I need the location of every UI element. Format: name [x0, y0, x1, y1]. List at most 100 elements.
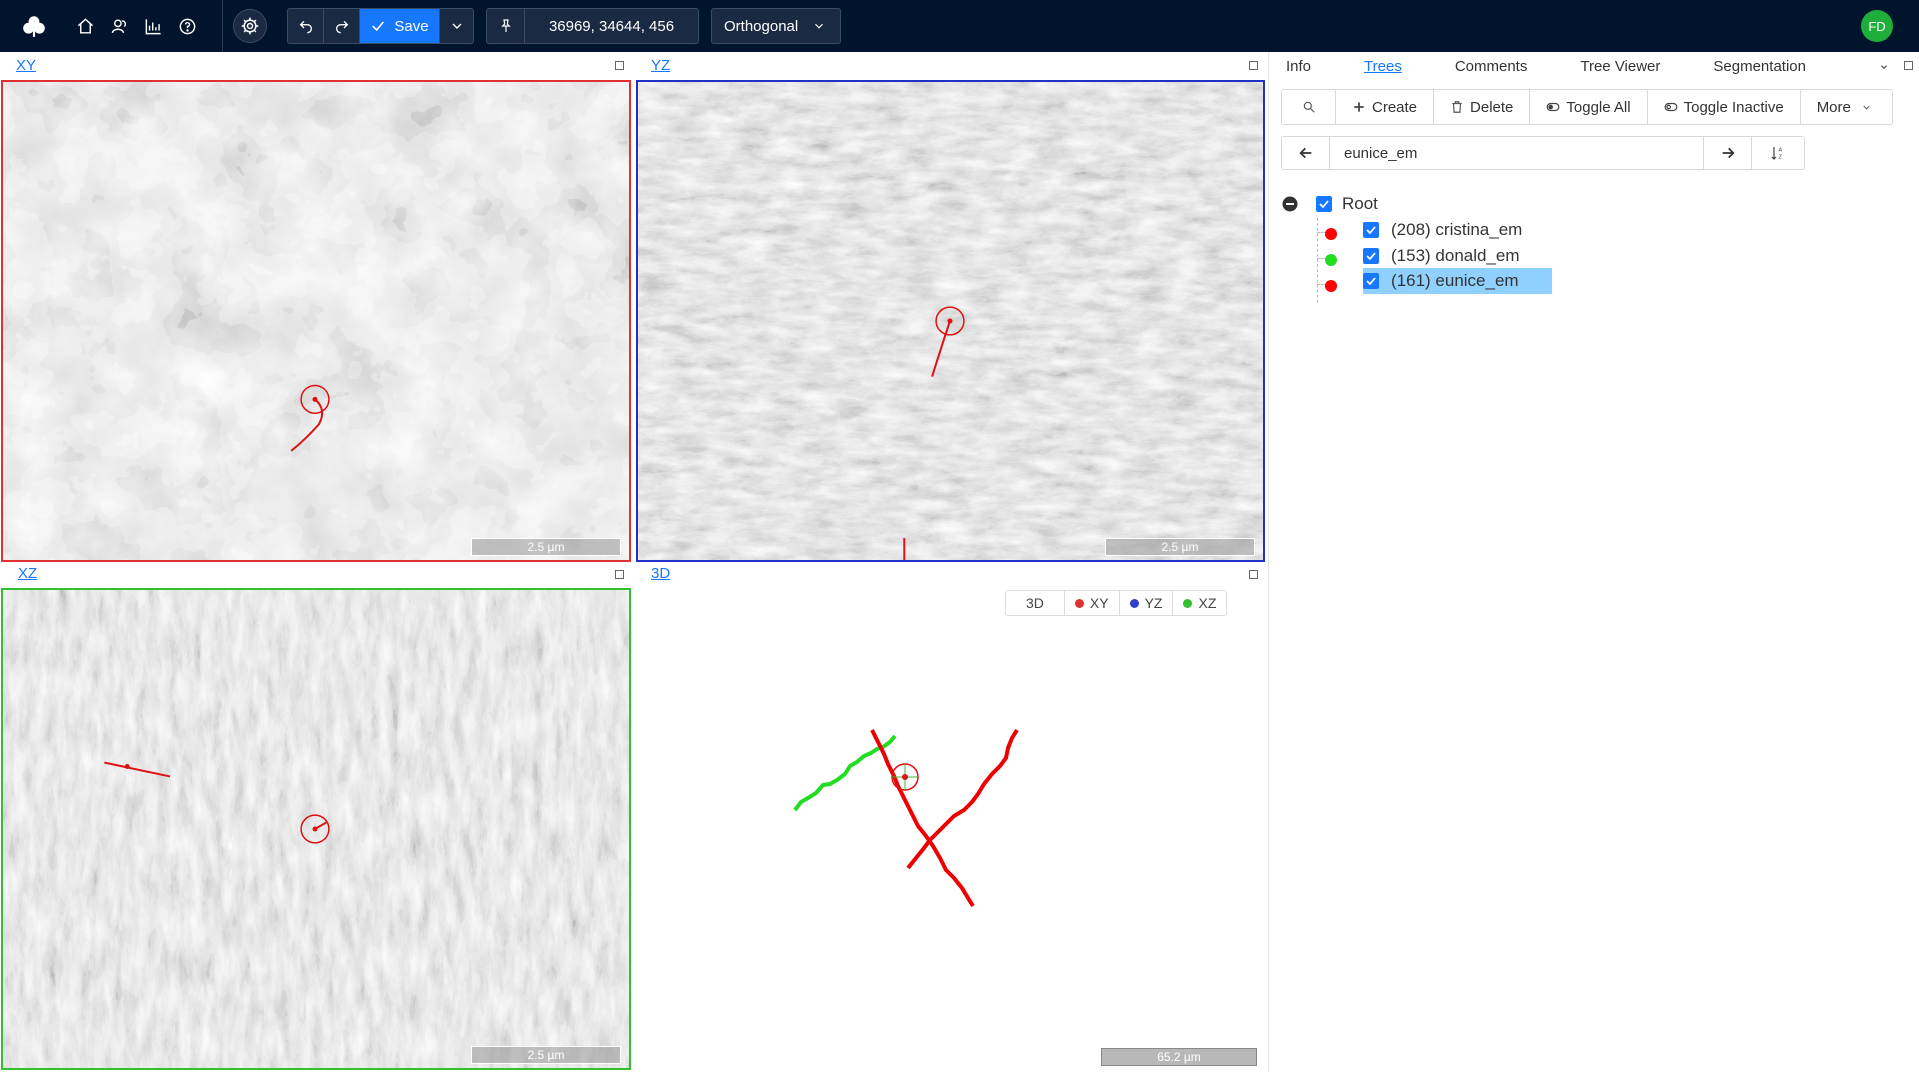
- 3d-skeleton-render: [793, 728, 1019, 908]
- camera-3d-button[interactable]: 3D: [1006, 591, 1065, 615]
- arrow-right-icon: [1722, 147, 1735, 159]
- tab-3d[interactable]: 3D: [651, 565, 670, 582]
- xz-scale-bar: 2.5 µm: [471, 1046, 621, 1064]
- svg-text:Z: Z: [1779, 154, 1783, 160]
- tree-item-eunice[interactable]: (161) eunice_em: [1363, 268, 1552, 294]
- create-tree-button[interactable]: Create: [1336, 90, 1435, 124]
- next-tree-button[interactable]: [1704, 137, 1752, 169]
- tree-root-row[interactable]: Root: [1281, 192, 1378, 216]
- check-icon: [1366, 252, 1376, 261]
- save-dropdown-button[interactable]: [440, 9, 473, 43]
- copy-position-button[interactable]: [487, 9, 525, 43]
- xz-viewport[interactable]: 2.5 µm: [1, 588, 631, 1070]
- edit-button-group: Save: [287, 8, 474, 44]
- tab-segmentation[interactable]: Segmentation: [1713, 58, 1806, 75]
- view-mode-value: Orthogonal: [724, 17, 799, 35]
- camera-xy-button[interactable]: XY: [1065, 591, 1120, 615]
- check-icon: [1319, 200, 1329, 209]
- tree-checkbox[interactable]: [1363, 248, 1379, 264]
- 3d-camera-buttons: 3D XY YZ XZ: [1005, 590, 1228, 616]
- toggle-all-button[interactable]: Toggle All: [1530, 90, 1648, 124]
- topbar-divider: [222, 0, 223, 52]
- 3d-scale-bar: 65.2 µm: [1101, 1048, 1257, 1066]
- tab-info[interactable]: Info: [1286, 58, 1311, 75]
- camera-yz-label: YZ: [1144, 595, 1163, 611]
- create-label: Create: [1372, 98, 1418, 116]
- collapse-minus-icon[interactable]: [1282, 196, 1298, 212]
- maximize-panel-icon[interactable]: [1904, 61, 1913, 70]
- tab-xy[interactable]: XY: [16, 57, 36, 74]
- home-icon[interactable]: [68, 0, 102, 52]
- tab-tree-viewer[interactable]: Tree Viewer: [1580, 58, 1660, 75]
- save-button[interactable]: Save: [360, 9, 440, 43]
- tab-xz[interactable]: XZ: [18, 565, 37, 582]
- user-avatar[interactable]: FD: [1861, 10, 1893, 42]
- camera-xy-label: XY: [1089, 595, 1109, 611]
- undo-button[interactable]: [288, 9, 324, 43]
- camera-xz-button[interactable]: XZ: [1173, 591, 1226, 615]
- sort-trees-button[interactable]: AZ: [1752, 137, 1804, 169]
- webknossos-logo-icon[interactable]: [0, 0, 68, 52]
- tree-item-donald[interactable]: (153) donald_em: [1363, 244, 1520, 268]
- toggle-inactive-button[interactable]: Toggle Inactive: [1648, 90, 1801, 124]
- maximize-3d-icon[interactable]: [1249, 570, 1258, 579]
- tree-color-dot[interactable]: [1325, 254, 1337, 266]
- tree-checkbox[interactable]: [1363, 222, 1379, 238]
- top-navigation-bar: Save 36969, 34644, 456 Orthogonal FD: [0, 0, 1919, 52]
- 3d-active-node[interactable]: [891, 763, 919, 791]
- sidebar-tabs: Info Trees Comments Tree Viewer Segmenta…: [1269, 52, 1919, 80]
- tree-checkbox[interactable]: [1363, 273, 1379, 289]
- tab-trees[interactable]: Trees: [1364, 58, 1402, 75]
- pushpin-icon: [500, 19, 511, 32]
- maximize-yz-icon[interactable]: [1249, 61, 1258, 70]
- search-icon: [1303, 101, 1315, 113]
- yz-viewport[interactable]: 2.5 µm: [636, 80, 1265, 562]
- 3d-viewport[interactable]: 65.2 µm: [636, 588, 1265, 1070]
- tree-eunice-3d: [906, 728, 1019, 870]
- position-group: 36969, 34644, 456: [486, 8, 699, 44]
- tree-name-input[interactable]: eunice_em: [1330, 137, 1704, 169]
- help-icon[interactable]: [170, 0, 204, 52]
- yz-color-dot: [1129, 598, 1139, 608]
- redo-button[interactable]: [324, 9, 360, 43]
- search-tree-button[interactable]: [1282, 90, 1336, 124]
- more-dropdown-button[interactable]: More: [1801, 90, 1892, 124]
- xy-scale-bar: 2.5 µm: [471, 538, 621, 556]
- root-checkbox[interactable]: [1316, 196, 1332, 212]
- maximize-xz-icon[interactable]: [615, 570, 624, 579]
- previous-tree-button[interactable]: [1282, 137, 1330, 169]
- camera-3d-label: 3D: [1026, 595, 1044, 611]
- arrow-left-icon: [1298, 147, 1311, 159]
- tabs-overflow-chevron-icon[interactable]: [1879, 62, 1889, 72]
- tree-color-dot[interactable]: [1325, 280, 1337, 292]
- toggle-off-icon: [1664, 102, 1678, 112]
- tree-connector-line: [1317, 218, 1318, 303]
- yz-em-image: [638, 82, 1263, 560]
- xy-em-image: [3, 82, 629, 560]
- maximize-xy-icon[interactable]: [615, 61, 624, 70]
- tree-item-cristina[interactable]: (208) cristina_em: [1363, 218, 1522, 242]
- chevron-down-icon: [452, 23, 461, 29]
- tab-comments[interactable]: Comments: [1455, 58, 1528, 75]
- tab-yz[interactable]: YZ: [651, 57, 670, 74]
- right-sidebar: Info Trees Comments Tree Viewer Segmenta…: [1268, 52, 1919, 1072]
- viewport-header-row: [0, 52, 1268, 72]
- camera-yz-button[interactable]: YZ: [1120, 591, 1174, 615]
- save-label: Save: [394, 17, 429, 35]
- sort-alpha-icon: AZ: [1771, 147, 1783, 160]
- plus-icon: [1354, 102, 1364, 112]
- xy-viewport[interactable]: 2.5 µm: [1, 80, 631, 562]
- tree-color-dot[interactable]: [1325, 228, 1337, 240]
- check-icon: [1366, 226, 1376, 235]
- statistics-icon[interactable]: [136, 0, 170, 52]
- camera-xz-label: XZ: [1198, 595, 1217, 611]
- undo-icon: [299, 20, 312, 34]
- delete-tree-button[interactable]: Delete: [1434, 90, 1531, 124]
- check-icon: [1366, 277, 1376, 286]
- view-mode-select[interactable]: Orthogonal: [711, 8, 841, 44]
- users-icon[interactable]: [102, 0, 136, 52]
- settings-button[interactable]: [233, 9, 267, 43]
- xy-color-dot: [1074, 598, 1084, 608]
- position-input[interactable]: 36969, 34644, 456: [525, 9, 698, 43]
- xz-em-image: [3, 590, 629, 1068]
